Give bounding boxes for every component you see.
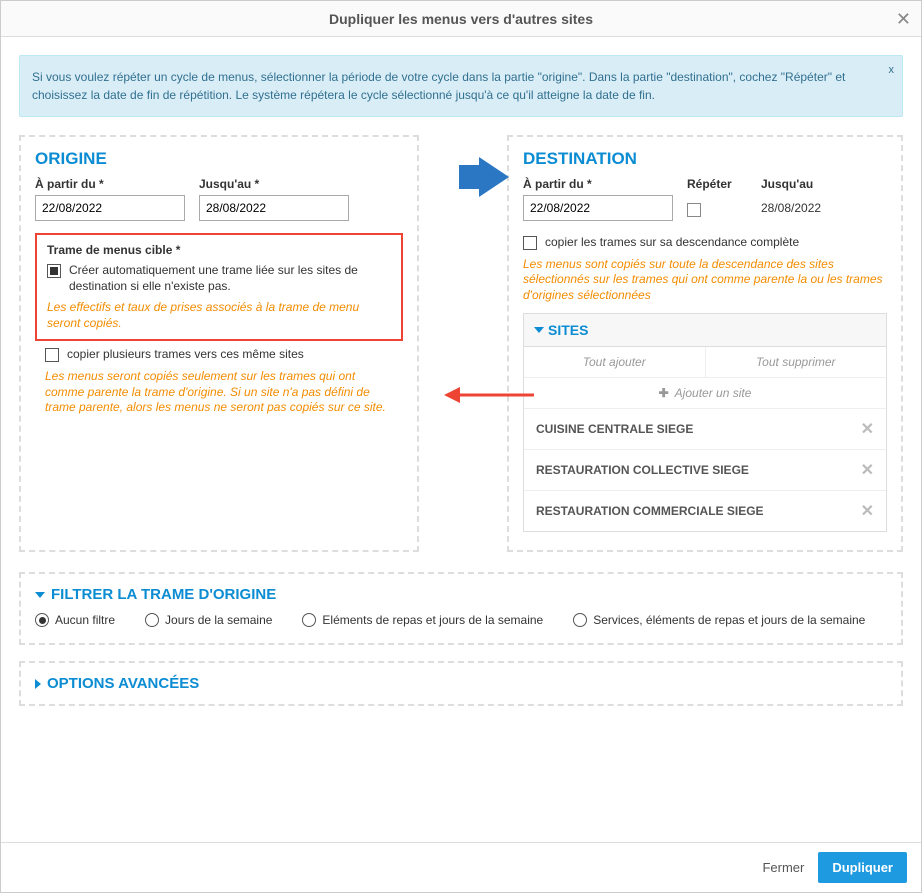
info-box: Si vous voulez répéter un cycle de menus… bbox=[19, 55, 903, 117]
origin-to-input[interactable] bbox=[199, 195, 349, 221]
add-site-label: Ajouter un site bbox=[675, 386, 752, 400]
destination-to-value: 28/08/2022 bbox=[761, 195, 821, 215]
origin-title: ORIGINE bbox=[35, 149, 403, 169]
filter-option-label: Services, éléments de repas et jours de … bbox=[593, 613, 865, 627]
close-icon[interactable]: ✕ bbox=[896, 9, 911, 30]
radio-icon bbox=[35, 613, 49, 627]
filter-panel: FILTRER LA TRAME D'ORIGINE Aucun filtre … bbox=[19, 572, 903, 645]
destination-date-row: À partir du * Répéter Jusqu'au 28/08/202… bbox=[523, 177, 887, 221]
info-close-icon[interactable]: x bbox=[889, 62, 895, 79]
chevron-right-icon bbox=[35, 679, 41, 689]
sites-actions: Tout ajouter Tout supprimer bbox=[524, 347, 886, 378]
origin-destination-columns: ORIGINE À partir du * Jusqu'au * Trame d… bbox=[19, 135, 903, 552]
repeat-field: Répéter bbox=[687, 177, 747, 221]
chevron-down-icon bbox=[534, 327, 544, 333]
advanced-title: OPTIONS AVANCÉES bbox=[47, 675, 199, 692]
filter-title: FILTRER LA TRAME D'ORIGINE bbox=[51, 586, 276, 603]
trame-highlight-box: Trame de menus cible * Créer automatique… bbox=[35, 233, 403, 341]
filter-option-label: Eléments de repas et jours de la semaine bbox=[322, 613, 543, 627]
duplicate-button[interactable]: Dupliquer bbox=[818, 852, 907, 883]
origin-to-label: Jusqu'au * bbox=[199, 177, 349, 191]
site-row: CUISINE CENTRALE SIEGE ✕ bbox=[524, 409, 886, 450]
repeat-checkbox[interactable] bbox=[687, 203, 701, 217]
origin-panel: ORIGINE À partir du * Jusqu'au * Trame d… bbox=[19, 135, 419, 552]
origin-date-row: À partir du * Jusqu'au * bbox=[35, 177, 403, 221]
auto-create-text: Créer automatiquement une trame liée sur… bbox=[69, 263, 391, 294]
destination-from-label: À partir du * bbox=[523, 177, 673, 191]
descend-text: copier les trames sur sa descendance com… bbox=[545, 235, 799, 251]
modal-footer: Fermer Dupliquer bbox=[1, 842, 921, 892]
descend-note: Les menus sont copiés sur toute la desce… bbox=[523, 257, 887, 304]
descend-checkbox[interactable] bbox=[523, 236, 537, 250]
filter-radio-row: Aucun filtre Jours de la semaine Elément… bbox=[35, 613, 887, 627]
remove-site-icon[interactable]: ✕ bbox=[861, 460, 874, 480]
red-arrow-icon bbox=[444, 383, 534, 410]
origin-from-field: À partir du * bbox=[35, 177, 185, 221]
sites-panel: SITES Tout ajouter Tout supprimer ✚ Ajou… bbox=[523, 313, 887, 532]
remove-site-icon[interactable]: ✕ bbox=[861, 419, 874, 439]
modal-title: Dupliquer les menus vers d'autres sites bbox=[329, 11, 593, 27]
chevron-down-icon bbox=[35, 592, 45, 598]
radio-icon bbox=[302, 613, 316, 627]
destination-title: DESTINATION bbox=[523, 149, 887, 169]
remove-site-icon[interactable]: ✕ bbox=[861, 501, 874, 521]
duplicate-menus-modal: Dupliquer les menus vers d'autres sites … bbox=[0, 0, 922, 893]
destination-panel: DESTINATION À partir du * Répéter Jusqu'… bbox=[507, 135, 903, 552]
multi-trames-note: Les menus seront copiés seulement sur le… bbox=[45, 369, 393, 416]
site-name: CUISINE CENTRALE SIEGE bbox=[536, 422, 693, 436]
modal-header: Dupliquer les menus vers d'autres sites … bbox=[1, 1, 921, 37]
advanced-options-panel: OPTIONS AVANCÉES bbox=[19, 661, 903, 706]
multi-trames-text: copier plusieurs trames vers ces même si… bbox=[67, 347, 304, 363]
plus-icon: ✚ bbox=[659, 386, 669, 400]
filter-option-days[interactable]: Jours de la semaine bbox=[145, 613, 272, 627]
site-row: RESTAURATION COMMERCIALE SIEGE ✕ bbox=[524, 491, 886, 531]
origin-from-input[interactable] bbox=[35, 195, 185, 221]
origin-from-label: À partir du * bbox=[35, 177, 185, 191]
big-arrow-icon bbox=[459, 157, 509, 200]
site-row: RESTAURATION COLLECTIVE SIEGE ✕ bbox=[524, 450, 886, 491]
destination-to-field: Jusqu'au 28/08/2022 bbox=[761, 177, 821, 221]
filter-option-services-elements-days[interactable]: Services, éléments de repas et jours de … bbox=[573, 613, 865, 627]
site-name: RESTAURATION COMMERCIALE SIEGE bbox=[536, 504, 764, 518]
destination-from-field: À partir du * bbox=[523, 177, 673, 221]
close-button[interactable]: Fermer bbox=[762, 860, 804, 875]
auto-create-row: Créer automatiquement une trame liée sur… bbox=[47, 263, 391, 294]
info-text: Si vous voulez répéter un cycle de menus… bbox=[32, 70, 845, 102]
filter-option-label: Jours de la semaine bbox=[165, 613, 272, 627]
effectifs-note: Les effectifs et taux de prises associés… bbox=[47, 300, 391, 331]
radio-icon bbox=[145, 613, 159, 627]
multi-trames-block: copier plusieurs trames vers ces même si… bbox=[35, 341, 403, 415]
sites-header-label: SITES bbox=[548, 322, 588, 338]
site-name: RESTAURATION COLLECTIVE SIEGE bbox=[536, 463, 749, 477]
add-all-button[interactable]: Tout ajouter bbox=[524, 347, 706, 378]
modal-body: Si vous voulez répéter un cycle de menus… bbox=[1, 37, 921, 842]
auto-create-checkbox[interactable] bbox=[47, 264, 61, 278]
sites-header[interactable]: SITES bbox=[524, 314, 886, 347]
filter-header[interactable]: FILTRER LA TRAME D'ORIGINE bbox=[35, 586, 887, 603]
remove-all-button[interactable]: Tout supprimer bbox=[706, 347, 887, 378]
descend-row: copier les trames sur sa descendance com… bbox=[523, 235, 887, 251]
radio-icon bbox=[573, 613, 587, 627]
add-site-button[interactable]: ✚ Ajouter un site bbox=[524, 378, 886, 409]
destination-from-input[interactable] bbox=[523, 195, 673, 221]
filter-option-elements-days[interactable]: Eléments de repas et jours de la semaine bbox=[302, 613, 543, 627]
advanced-header[interactable]: OPTIONS AVANCÉES bbox=[35, 675, 887, 692]
filter-option-none[interactable]: Aucun filtre bbox=[35, 613, 115, 627]
trame-label: Trame de menus cible * bbox=[47, 243, 391, 257]
multi-trames-checkbox[interactable] bbox=[45, 348, 59, 362]
repeat-label: Répéter bbox=[687, 177, 747, 191]
destination-to-label: Jusqu'au bbox=[761, 177, 821, 191]
multi-trames-row: copier plusieurs trames vers ces même si… bbox=[45, 347, 393, 363]
filter-option-label: Aucun filtre bbox=[55, 613, 115, 627]
origin-to-field: Jusqu'au * bbox=[199, 177, 349, 221]
